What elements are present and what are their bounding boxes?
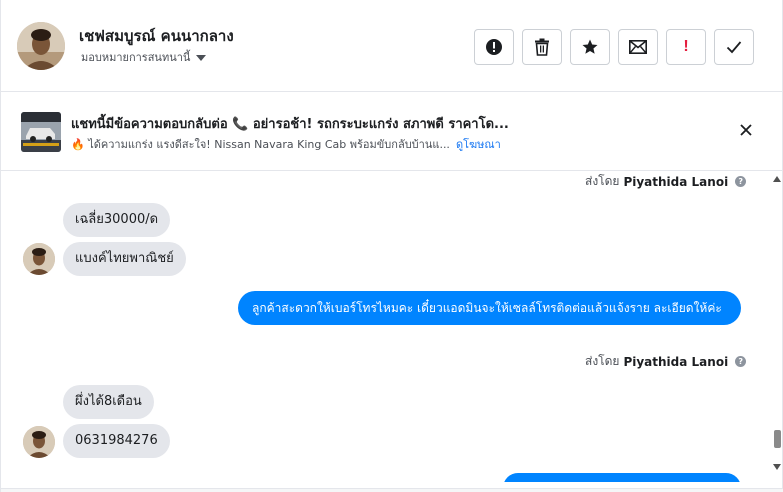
mark-done-button[interactable]	[714, 29, 754, 65]
checkmark-icon	[726, 40, 742, 54]
chevron-down-icon	[196, 54, 207, 61]
message-thread: ส่งโดย Piyathida Lanoi ? เฉลี่ย30000/ด แ…	[1, 172, 771, 482]
outgoing-message: ลูกค้าสะดวกให้เบอร์โทรไหมคะ เดี๋ยวแอดมิน…	[238, 291, 741, 325]
follow-up-button[interactable]: !	[666, 29, 706, 65]
star-icon	[581, 38, 599, 56]
scroll-down-icon[interactable]	[773, 464, 781, 470]
sender-name: Piyathida Lanoi	[623, 354, 729, 369]
conversation-panel: เชฟสมบูรณ์ คนนากลาง มอบหมายการสนทนานี้ !…	[0, 0, 783, 492]
contact-avatar[interactable]	[17, 22, 65, 70]
view-ad-link[interactable]: ดูโฆษณา	[456, 135, 501, 153]
chat-scrollbar[interactable]	[771, 172, 783, 482]
ad-title: แชทนี้มีข้อความตอบกลับต่อ 📞 อย่ารอช้า! ร…	[71, 117, 509, 132]
trash-icon	[534, 38, 550, 56]
envelope-icon	[629, 40, 647, 54]
ad-subtitle-row: 🔥 ได้ความแกร่ง แรงดีสะใจ! Nissan Navara …	[71, 135, 501, 153]
assign-conversation-dropdown[interactable]: มอบหมายการสนทนานี้	[81, 48, 207, 66]
close-ad-button[interactable]	[739, 122, 753, 141]
incoming-message: เฉลี่ย30000/ด	[63, 203, 171, 237]
scroll-up-icon[interactable]	[773, 176, 781, 182]
incoming-message: ผึ่งได้8เดือน	[63, 385, 154, 419]
ad-thumbnail[interactable]	[21, 112, 61, 152]
assign-label: มอบหมายการสนทนานี้	[81, 51, 191, 64]
close-icon	[739, 122, 753, 141]
ad-subtitle: 🔥 ได้ความแกร่ง แรงดีสะใจ! Nissan Navara …	[71, 138, 450, 151]
sender-name: Piyathida Lanoi	[623, 174, 729, 189]
sent-by-label: ส่งโดย Piyathida Lanoi ?	[585, 352, 747, 371]
mark-spam-button[interactable]	[474, 29, 514, 65]
incoming-message: แบงค์ไทยพาณิชย์	[63, 242, 186, 276]
sent-by-label: ส่งโดย Piyathida Lanoi ?	[585, 172, 747, 191]
conversation-header: เชฟสมบูรณ์ คนนากลาง มอบหมายการสนทนานี้ !	[1, 0, 783, 92]
ad-context-banner: แชทนี้มีข้อความตอบกลับต่อ 📞 อย่ารอช้า! ร…	[1, 93, 783, 171]
info-icon[interactable]: ?	[735, 356, 747, 367]
info-icon[interactable]: ?	[735, 176, 747, 187]
incoming-message: 0631984276	[63, 424, 170, 458]
scrollbar-thumb[interactable]	[774, 430, 781, 448]
outgoing-message-partial	[503, 473, 741, 482]
composer-edge	[1, 488, 783, 492]
exclamation-circle-icon	[485, 38, 503, 56]
contact-avatar-small	[23, 243, 55, 275]
star-button[interactable]	[570, 29, 610, 65]
contact-name: เชฟสมบูรณ์ คนนากลาง	[79, 27, 234, 45]
conversation-actions: !	[474, 29, 754, 65]
sent-by-prefix: ส่งโดย	[585, 354, 620, 368]
sent-by-prefix: ส่งโดย	[585, 174, 620, 188]
delete-button[interactable]	[522, 29, 562, 65]
mark-unread-button[interactable]	[618, 29, 658, 65]
exclamation-red-icon: !	[683, 38, 689, 55]
contact-avatar-small	[23, 426, 55, 458]
